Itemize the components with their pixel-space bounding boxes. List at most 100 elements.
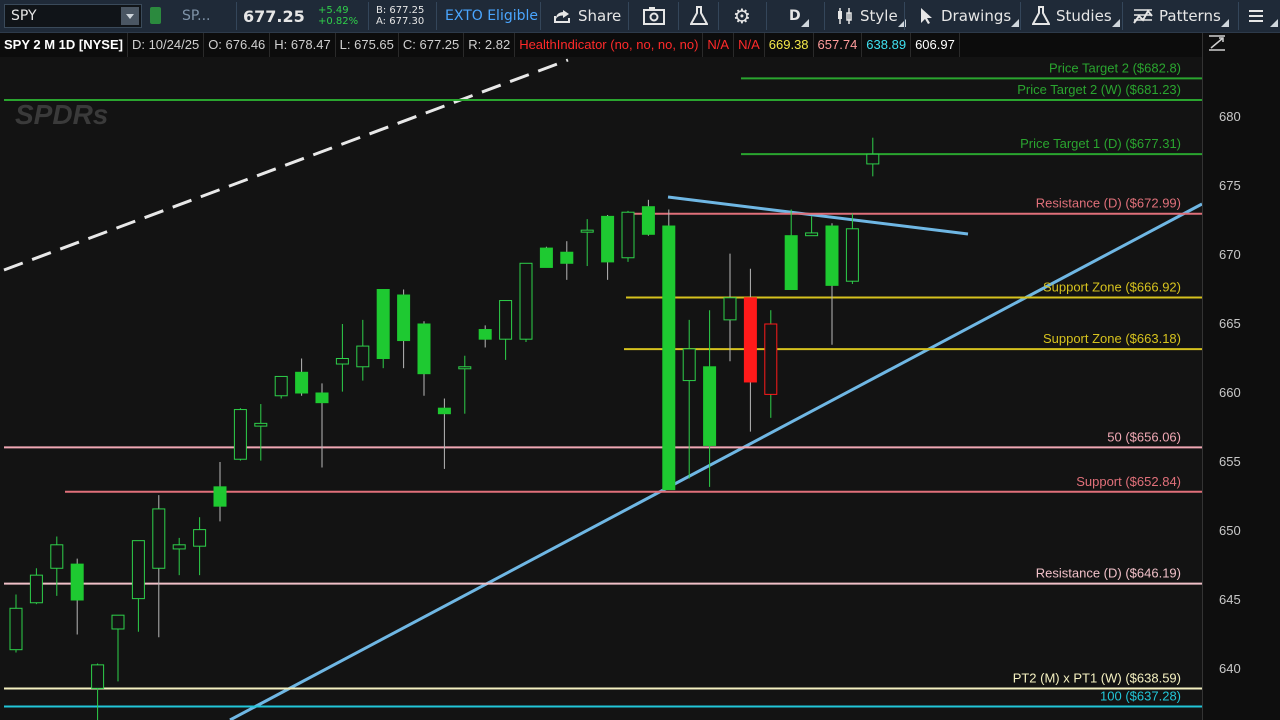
compare-symbol[interactable]: SP... — [182, 0, 211, 32]
candle[interactable] — [662, 209, 676, 491]
flask-button[interactable] — [690, 0, 714, 32]
high-readout: H: 678.47 — [270, 33, 336, 57]
candle[interactable] — [805, 216, 819, 237]
studies-flask-icon — [1032, 6, 1050, 25]
candle[interactable] — [50, 536, 64, 596]
candle[interactable] — [601, 214, 615, 280]
candle[interactable] — [9, 594, 23, 653]
style-button[interactable]: Style — [836, 0, 906, 32]
candles-icon — [838, 8, 852, 24]
candle-body — [254, 422, 268, 427]
candle-body — [723, 297, 737, 321]
candle[interactable] — [682, 319, 696, 479]
candle[interactable] — [825, 223, 839, 345]
candle[interactable] — [743, 268, 757, 432]
candle[interactable] — [784, 209, 798, 290]
candle[interactable] — [417, 321, 431, 396]
candle[interactable] — [91, 663, 105, 720]
candle[interactable] — [397, 289, 411, 369]
candle[interactable] — [111, 614, 125, 682]
patterns-button[interactable]: Patterns — [1133, 0, 1229, 32]
studies-button[interactable]: Studies — [1032, 0, 1120, 32]
candle-body — [70, 563, 84, 601]
indicator-value-3: 638.89 — [862, 33, 912, 57]
candle[interactable] — [131, 540, 145, 632]
candle[interactable] — [315, 383, 329, 468]
drawings-button[interactable]: Drawings — [919, 0, 1020, 32]
candle-body — [397, 294, 411, 342]
candle[interactable] — [233, 408, 247, 461]
candle-body — [376, 289, 390, 359]
candle[interactable] — [641, 199, 655, 236]
candle[interactable] — [295, 358, 309, 396]
candle[interactable] — [703, 310, 717, 487]
symbol-input[interactable]: SPY — [4, 4, 142, 28]
style-label: Style — [860, 7, 898, 25]
level-label: Support Zone ($666.92) — [1043, 280, 1181, 295]
symbol-dropdown-icon[interactable] — [121, 7, 139, 25]
indicator-value-4: 606.97 — [911, 33, 960, 57]
candle[interactable] — [560, 241, 574, 280]
candle[interactable] — [478, 325, 492, 348]
candle[interactable] — [499, 300, 513, 360]
candle-body — [682, 348, 696, 382]
candle[interactable] — [580, 219, 594, 267]
candle[interactable] — [193, 517, 207, 576]
link-icon[interactable] — [150, 7, 161, 24]
candle-body — [274, 375, 288, 397]
candle[interactable] — [356, 319, 370, 381]
y-tick-label: 665 — [1219, 316, 1241, 331]
candle[interactable] — [335, 324, 349, 392]
candle[interactable] — [866, 137, 880, 177]
candle[interactable] — [29, 568, 43, 605]
candle[interactable] — [519, 262, 533, 342]
candle-body — [111, 614, 125, 630]
indicator-na-1: N/A — [703, 33, 735, 57]
resistance-trendline — [667, 195, 969, 236]
candle[interactable] — [376, 289, 390, 369]
share-icon — [554, 10, 570, 23]
candle-body — [193, 529, 207, 547]
candle[interactable] — [274, 375, 288, 399]
candle-body — [539, 247, 553, 268]
candle-body — [580, 229, 594, 233]
screenshot-button[interactable] — [643, 0, 671, 32]
change-pct: +0.82% — [318, 16, 359, 27]
candle[interactable] — [437, 398, 451, 469]
candle[interactable] — [723, 253, 737, 362]
candle[interactable] — [764, 310, 778, 418]
candle[interactable] — [845, 213, 859, 284]
candle-body — [315, 392, 329, 404]
menu-icon — [1249, 10, 1263, 22]
axis-scale-icon[interactable] — [1207, 33, 1227, 53]
candle-body — [335, 358, 349, 365]
share-button[interactable]: Share — [552, 0, 621, 32]
level-label: Resistance (D) ($646.19) — [1036, 566, 1181, 581]
menu-button[interactable] — [1248, 0, 1278, 32]
candle[interactable] — [213, 462, 227, 522]
candle-body — [805, 232, 819, 237]
candle-body — [458, 366, 472, 370]
timeframe-button[interactable]: D — [789, 0, 809, 32]
settings-button[interactable]: ⚙ — [733, 0, 751, 32]
bid-value: B: 677.25 — [376, 5, 425, 16]
candle-body — [50, 544, 64, 569]
candle-body — [233, 409, 247, 460]
indicator-value-1: 669.38 — [765, 33, 814, 57]
candle[interactable] — [458, 355, 472, 414]
candle[interactable] — [152, 495, 166, 638]
indicator-na-2: N/A — [734, 33, 765, 57]
price-chart[interactable]: SPDRs Price Target 2 ($682.8) Price Targe… — [0, 57, 1202, 720]
candle-body — [784, 235, 798, 290]
drawings-label: Drawings — [941, 7, 1012, 25]
candle[interactable] — [254, 404, 268, 461]
level-label: 100 ($637.28) — [1100, 689, 1181, 704]
candle[interactable] — [539, 246, 553, 268]
y-tick-label: 670 — [1219, 247, 1241, 262]
candle[interactable] — [70, 558, 84, 635]
level-label: Resistance (D) ($672.99) — [1036, 196, 1181, 211]
trendlines — [3, 58, 1202, 720]
candle[interactable] — [172, 537, 186, 576]
level-label: 50 ($656.06) — [1107, 429, 1181, 444]
candle[interactable] — [621, 210, 635, 262]
